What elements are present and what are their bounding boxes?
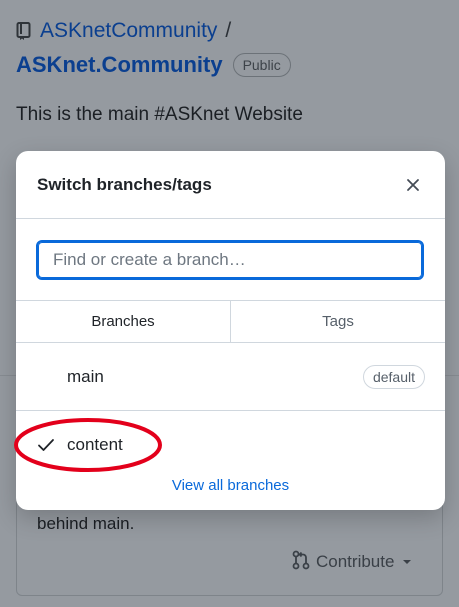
contribute-button[interactable]: Contribute: [292, 550, 414, 574]
page: ASKnetCommunity / ASKnet.Community Publi…: [0, 0, 459, 607]
branch-filter-area: [16, 219, 445, 301]
default-badge: default: [362, 364, 425, 389]
view-all-branches-link[interactable]: View all branches: [16, 477, 445, 494]
git-pull-request-icon: [292, 550, 310, 575]
branch-item-left: main: [37, 367, 104, 387]
branch-tag-tabs: Branches Tags: [16, 301, 445, 343]
behind-status-text: behind main.: [37, 514, 135, 533]
repo-description: This is the main #ASKnet Website: [16, 104, 303, 125]
close-icon: [407, 178, 419, 191]
repo-owner-line: ASKnetCommunity /: [16, 14, 231, 48]
repo-name-link[interactable]: ASKnet.Community: [16, 52, 223, 78]
check-slot-empty: [37, 367, 67, 387]
repo-icon: [16, 22, 32, 40]
close-button[interactable]: [403, 175, 423, 195]
path-separator: /: [225, 19, 232, 42]
dialog-header: Switch branches/tags: [16, 151, 445, 219]
contribute-label: Contribute: [316, 552, 395, 571]
repo-name-row: ASKnet.Community Public: [16, 48, 291, 82]
branch-item-main[interactable]: main default: [16, 343, 445, 411]
tab-branches[interactable]: Branches: [16, 301, 231, 342]
triangle-down-icon: [400, 552, 414, 572]
tab-tags[interactable]: Tags: [231, 301, 445, 342]
repo-owner-link[interactable]: ASKnetCommunity: [40, 19, 217, 43]
dialog-title: Switch branches/tags: [37, 174, 212, 194]
visibility-badge: Public: [232, 53, 291, 77]
branch-filter-input[interactable]: [36, 240, 424, 280]
branch-name: main: [67, 366, 104, 386]
red-highlight-ellipse: [14, 418, 162, 472]
